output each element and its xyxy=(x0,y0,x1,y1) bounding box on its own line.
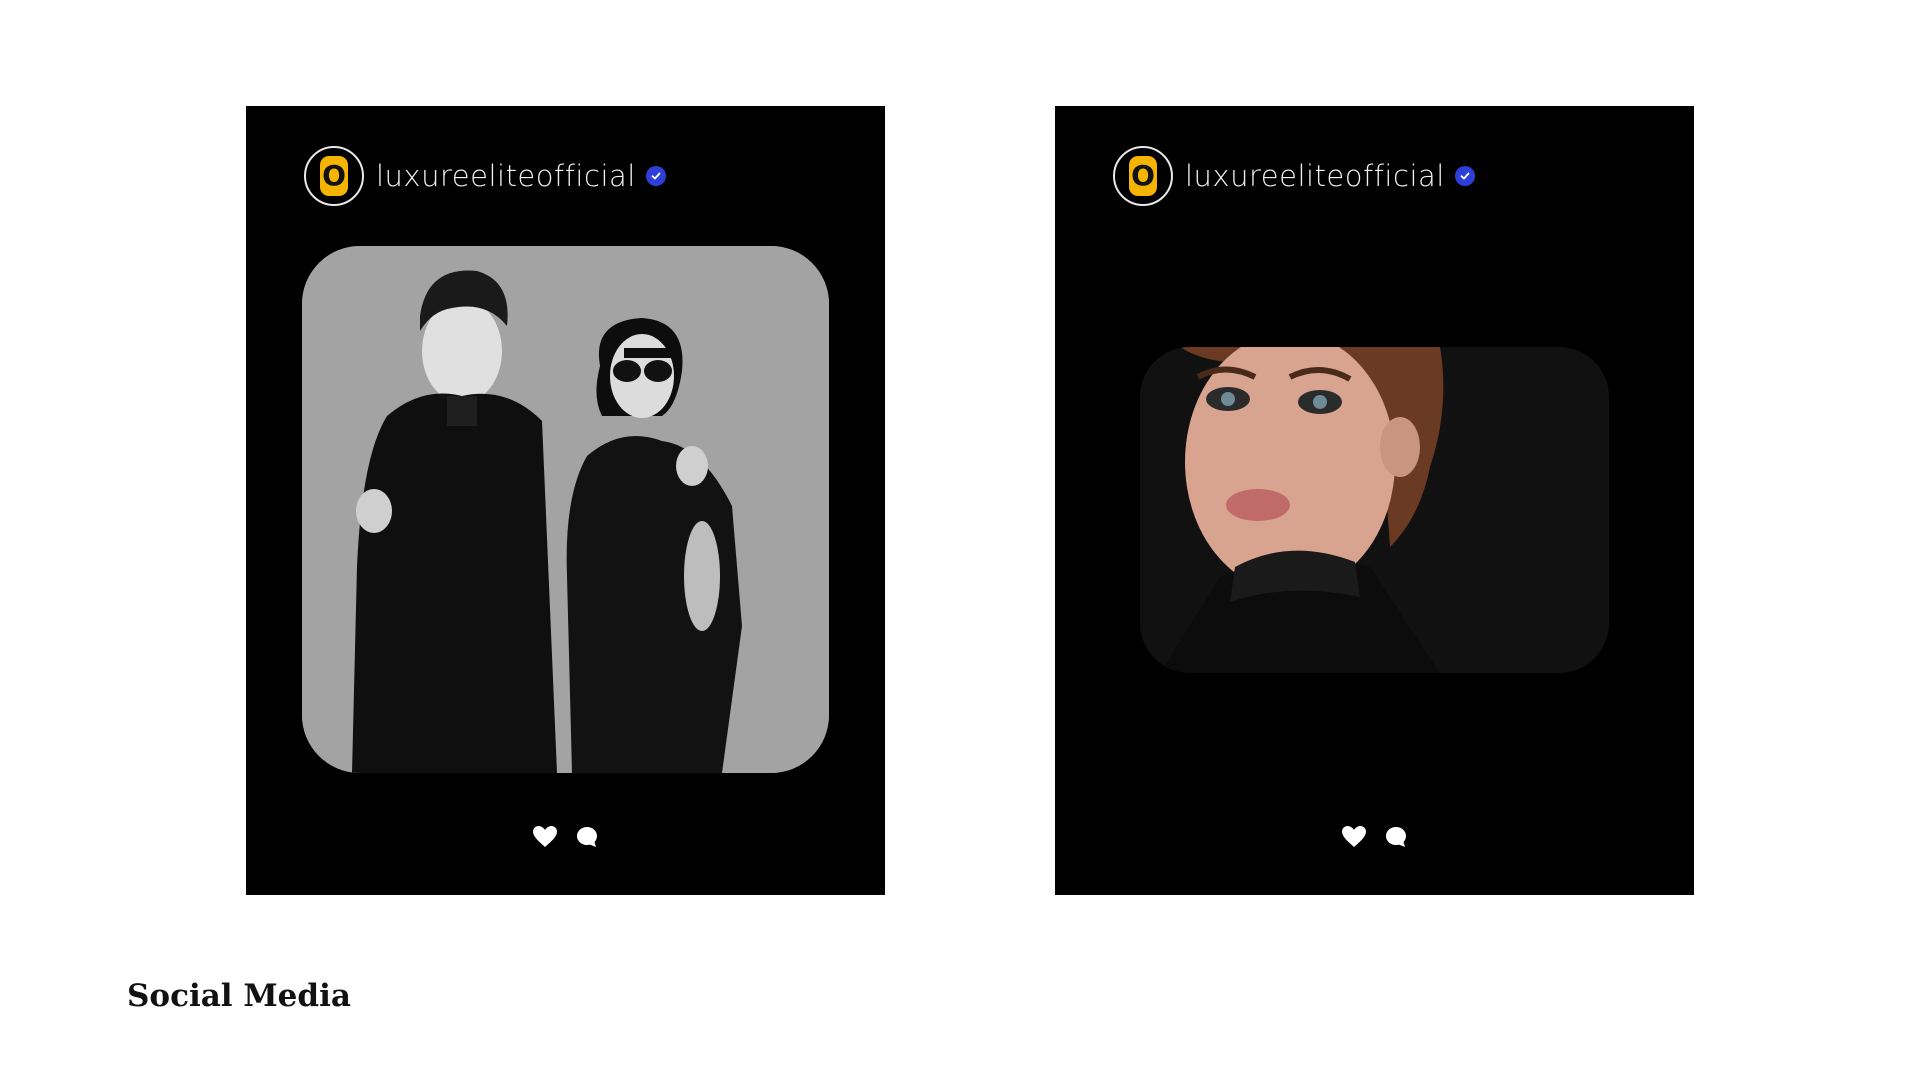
comment-icon[interactable] xyxy=(1382,823,1410,851)
heart-icon[interactable] xyxy=(1340,823,1368,851)
brand-logo-icon: O xyxy=(1129,156,1157,196)
post-photo[interactable] xyxy=(302,246,829,773)
social-post-card-2: O luxureeliteofficial xyxy=(1055,106,1694,895)
verified-badge-icon xyxy=(1454,166,1475,186)
avatar[interactable]: O xyxy=(1113,146,1173,206)
username[interactable]: luxureeliteofficial xyxy=(1185,159,1445,193)
avatar[interactable]: O xyxy=(304,146,364,206)
page: O luxureeliteofficial O luxureeliteoffic… xyxy=(0,0,1920,1080)
heart-icon[interactable] xyxy=(531,823,559,851)
username[interactable]: luxureeliteofficial xyxy=(376,159,636,193)
social-post-card-1: O luxureeliteofficial xyxy=(246,106,885,895)
brand-logo-icon: O xyxy=(320,156,348,196)
avatar-letter: O xyxy=(322,159,346,192)
section-title: Social Media xyxy=(127,978,351,1014)
post-photo[interactable] xyxy=(1140,347,1609,673)
post-actions xyxy=(1055,823,1694,851)
post-header: O luxureeliteofficial xyxy=(304,144,666,208)
post-header: O luxureeliteofficial xyxy=(1113,144,1475,208)
post-actions xyxy=(246,823,885,851)
verified-badge-icon xyxy=(645,166,666,186)
avatar-letter: O xyxy=(1131,159,1155,192)
comment-icon[interactable] xyxy=(573,823,601,851)
